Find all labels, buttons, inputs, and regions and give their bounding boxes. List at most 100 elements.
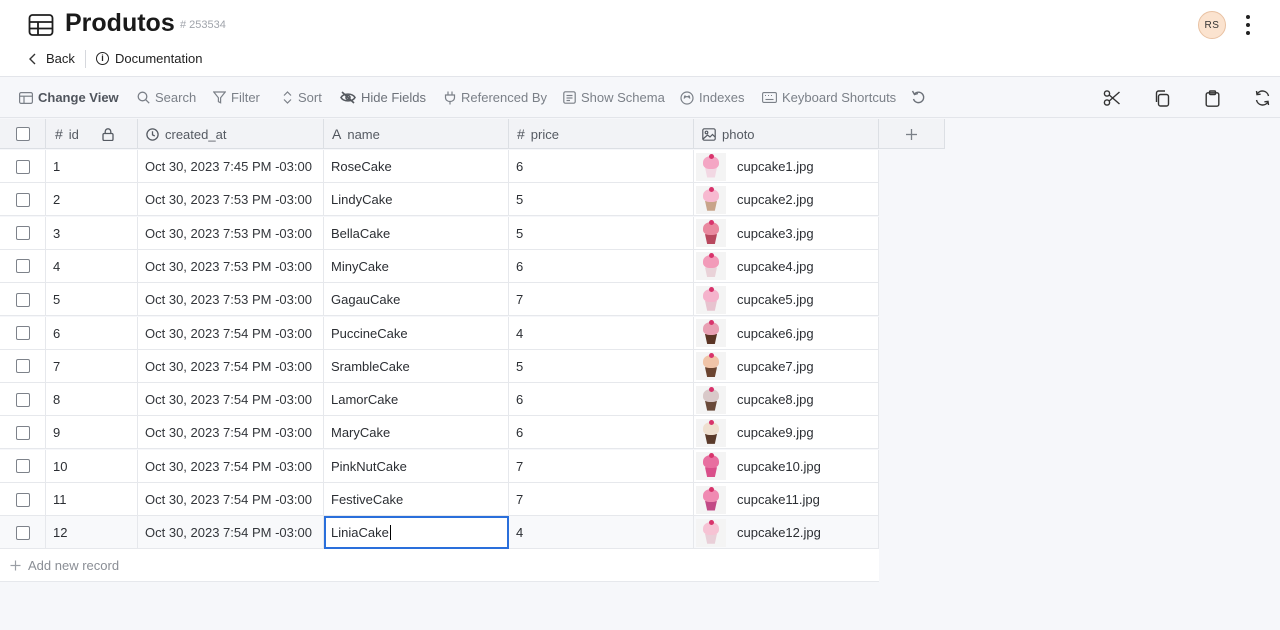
cut-button[interactable] (1102, 88, 1122, 108)
cell-id[interactable]: 8 (46, 383, 138, 417)
cell-id[interactable]: 3 (46, 216, 138, 250)
cell-created-at[interactable]: Oct 30, 2023 7:54 PM -03:00 (138, 416, 324, 450)
cell-id[interactable]: 10 (46, 449, 138, 483)
more-options-icon[interactable] (1238, 10, 1258, 40)
cell-name[interactable]: LiniaCake (324, 516, 509, 550)
cell-price[interactable]: 5 (509, 216, 694, 250)
reload-button[interactable] (1252, 88, 1272, 108)
cell-created-at[interactable]: Oct 30, 2023 7:45 PM -03:00 (138, 150, 324, 183)
table-row[interactable]: 6 Oct 30, 2023 7:54 PM -03:00 PuccineCake 4… (0, 316, 879, 350)
cell-id[interactable]: 7 (46, 349, 138, 383)
row-checkbox[interactable] (16, 492, 30, 507)
cell-name[interactable]: MaryCake (324, 416, 509, 450)
cell-photo[interactable]: cupcake9.jpg (694, 416, 879, 450)
sort-button[interactable]: Sort (282, 90, 322, 105)
column-header-photo[interactable]: photo (694, 119, 879, 149)
cell-photo[interactable]: cupcake5.jpg (694, 283, 879, 317)
cell-photo[interactable]: cupcake1.jpg (694, 150, 879, 183)
table-row[interactable]: 11 Oct 30, 2023 7:54 PM -03:00 FestiveCake… (0, 483, 879, 516)
cupcake-thumbnail-icon[interactable] (696, 252, 726, 281)
cupcake-thumbnail-icon[interactable] (696, 352, 726, 381)
paste-button[interactable] (1202, 88, 1222, 108)
cell-photo[interactable]: cupcake12.jpg (694, 516, 879, 550)
cell-created-at[interactable]: Oct 30, 2023 7:54 PM -03:00 (138, 383, 324, 417)
cupcake-thumbnail-icon[interactable] (696, 418, 726, 447)
cupcake-thumbnail-icon[interactable] (696, 485, 726, 514)
cell-created-at[interactable]: Oct 30, 2023 7:53 PM -03:00 (138, 183, 324, 217)
cell-created-at[interactable]: Oct 30, 2023 7:54 PM -03:00 (138, 483, 324, 516)
show-schema-button[interactable]: Show Schema (563, 90, 665, 105)
keyboard-shortcuts-button[interactable]: Keyboard Shortcuts (762, 90, 896, 105)
column-header-price[interactable]: # price (509, 119, 694, 149)
referenced-by-button[interactable]: Referenced By (444, 90, 547, 105)
row-checkbox[interactable] (16, 525, 30, 540)
undo-button[interactable] (911, 90, 926, 104)
cell-name[interactable]: LindyCake (324, 183, 509, 217)
select-all-checkbox[interactable] (16, 127, 30, 141)
avatar[interactable]: RS (1198, 11, 1226, 39)
row-checkbox[interactable] (16, 459, 30, 474)
cell-id[interactable]: 4 (46, 249, 138, 283)
cell-name[interactable]: GagauCake (324, 283, 509, 317)
documentation-link[interactable]: i Documentation (96, 51, 202, 66)
cell-name[interactable]: LamorCake (324, 383, 509, 417)
cell-photo[interactable]: cupcake11.jpg (694, 483, 879, 516)
cell-created-at[interactable]: Oct 30, 2023 7:54 PM -03:00 (138, 449, 324, 483)
add-column-button[interactable] (879, 119, 945, 149)
cell-price[interactable]: 6 (509, 249, 694, 283)
cell-price[interactable]: 4 (509, 316, 694, 350)
hide-fields-button[interactable]: Hide Fields (340, 90, 426, 105)
indexes-button[interactable]: Indexes (680, 90, 745, 105)
cell-photo[interactable]: cupcake10.jpg (694, 449, 879, 483)
cell-name[interactable]: FestiveCake (324, 483, 509, 516)
table-row[interactable]: 12 Oct 30, 2023 7:54 PM -03:00 LiniaCake 4 c… (0, 516, 879, 550)
row-checkbox[interactable] (16, 425, 30, 440)
row-checkbox[interactable] (16, 259, 30, 274)
cell-name[interactable]: PinkNutCake (324, 449, 509, 483)
cell-photo[interactable]: cupcake8.jpg (694, 383, 879, 417)
cell-photo[interactable]: cupcake2.jpg (694, 183, 879, 217)
cell-name[interactable]: RoseCake (324, 150, 509, 183)
cell-price[interactable]: 6 (509, 416, 694, 450)
table-row[interactable]: 7 Oct 30, 2023 7:54 PM -03:00 SrambleCake 5… (0, 349, 879, 383)
row-checkbox[interactable] (16, 292, 30, 307)
table-row[interactable]: 10 Oct 30, 2023 7:54 PM -03:00 PinkNutCake… (0, 449, 879, 483)
search-button[interactable]: Search (137, 90, 196, 105)
cell-id[interactable]: 12 (46, 516, 138, 550)
cell-created-at[interactable]: Oct 30, 2023 7:54 PM -03:00 (138, 316, 324, 350)
column-header-id[interactable]: # id (46, 119, 138, 149)
table-row[interactable]: 9 Oct 30, 2023 7:54 PM -03:00 MaryCake 6 cup… (0, 416, 879, 450)
cell-id[interactable]: 11 (46, 483, 138, 516)
row-checkbox[interactable] (16, 192, 30, 207)
cell-price[interactable]: 5 (509, 183, 694, 217)
cell-created-at[interactable]: Oct 30, 2023 7:54 PM -03:00 (138, 349, 324, 383)
cell-photo[interactable]: cupcake3.jpg (694, 216, 879, 250)
cupcake-thumbnail-icon[interactable] (696, 452, 726, 481)
row-checkbox[interactable] (16, 392, 30, 407)
add-new-record-button[interactable]: Add new record (0, 549, 879, 582)
filter-button[interactable]: Filter (213, 90, 260, 105)
cell-name[interactable]: SrambleCake (324, 349, 509, 383)
cell-price[interactable]: 7 (509, 449, 694, 483)
row-checkbox[interactable] (16, 226, 30, 241)
table-row[interactable]: 5 Oct 30, 2023 7:53 PM -03:00 GagauCake 7 cu… (0, 283, 879, 317)
table-row[interactable]: 1 Oct 30, 2023 7:45 PM -03:00 RoseCake 6 cup… (0, 150, 879, 183)
table-row[interactable]: 2 Oct 30, 2023 7:53 PM -03:00 LindyCake 5 cu… (0, 183, 879, 217)
cell-price[interactable]: 6 (509, 383, 694, 417)
cupcake-thumbnail-icon[interactable] (696, 385, 726, 414)
cell-name[interactable]: BellaCake (324, 216, 509, 250)
table-row[interactable]: 4 Oct 30, 2023 7:53 PM -03:00 MinyCake 6 cup… (0, 249, 879, 283)
cell-photo[interactable]: cupcake4.jpg (694, 249, 879, 283)
cell-id[interactable]: 2 (46, 183, 138, 217)
cell-created-at[interactable]: Oct 30, 2023 7:54 PM -03:00 (138, 516, 324, 550)
cell-id[interactable]: 1 (46, 150, 138, 183)
cupcake-thumbnail-icon[interactable] (696, 518, 726, 547)
cell-photo[interactable]: cupcake6.jpg (694, 316, 879, 350)
cell-created-at[interactable]: Oct 30, 2023 7:53 PM -03:00 (138, 216, 324, 250)
cell-price[interactable]: 6 (509, 150, 694, 183)
cupcake-thumbnail-icon[interactable] (696, 285, 726, 314)
cupcake-thumbnail-icon[interactable] (696, 219, 726, 248)
table-row[interactable]: 8 Oct 30, 2023 7:54 PM -03:00 LamorCake 6 cu… (0, 383, 879, 417)
cupcake-thumbnail-icon[interactable] (696, 152, 726, 181)
cell-id[interactable]: 9 (46, 416, 138, 450)
